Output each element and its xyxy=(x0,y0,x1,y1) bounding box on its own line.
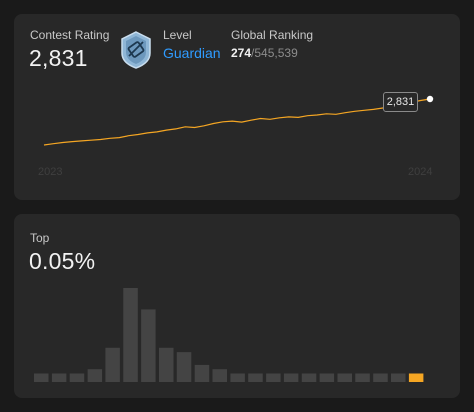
histogram-bar[interactable] xyxy=(87,369,103,382)
histogram-bar[interactable] xyxy=(248,373,263,383)
histogram-bar[interactable] xyxy=(319,373,335,383)
histogram-bar-current[interactable] xyxy=(408,373,424,383)
histogram-bar[interactable] xyxy=(69,373,85,383)
histogram-bar[interactable] xyxy=(141,309,156,382)
top-percentile-card: Top 0.05% xyxy=(14,214,460,398)
histogram-bar[interactable] xyxy=(266,373,281,383)
contest-rating-card: Contest Rating 2,831 Level Guardian Glob… xyxy=(14,14,460,200)
histogram-bar[interactable] xyxy=(212,369,228,382)
histogram-bar[interactable] xyxy=(176,352,192,382)
histogram-bar[interactable] xyxy=(159,347,174,382)
rating-series-line xyxy=(43,98,431,146)
histogram-bar[interactable] xyxy=(301,373,317,383)
histogram-bar[interactable] xyxy=(373,373,388,383)
year-end-label: 2024 xyxy=(408,166,433,178)
rating-distribution-histogram[interactable] xyxy=(14,214,460,398)
histogram-bar[interactable] xyxy=(283,373,299,383)
histogram-bar[interactable] xyxy=(123,288,138,382)
histogram-bar[interactable] xyxy=(34,373,49,383)
histogram-bar[interactable] xyxy=(391,373,406,383)
current-rating-point[interactable] xyxy=(426,95,434,103)
rating-tooltip: 2,831 xyxy=(383,92,418,112)
histogram-bar[interactable] xyxy=(194,364,210,382)
histogram-bar[interactable] xyxy=(51,373,67,383)
histogram-bar[interactable] xyxy=(105,347,120,382)
histogram-bar[interactable] xyxy=(337,373,353,383)
histogram-bar[interactable] xyxy=(355,373,370,383)
histogram-bar[interactable] xyxy=(230,373,245,383)
year-start-label: 2023 xyxy=(38,166,63,178)
